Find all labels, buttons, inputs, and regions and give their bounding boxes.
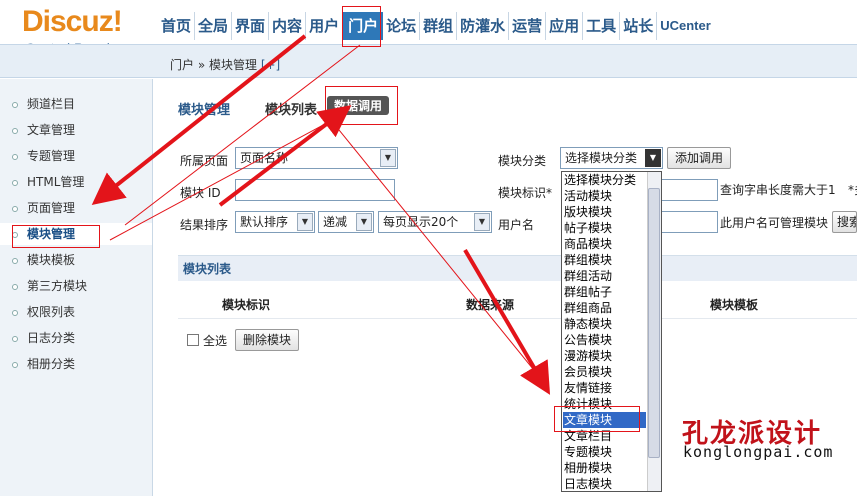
arrow-thin-tab [334,124,547,386]
arrow-to-sidebar-page [91,34,307,205]
arrow-to-tab [218,105,352,207]
arrow-thin-nav [124,44,361,226]
arrow-thin-sidebar [109,116,339,241]
watermark-en: konglongpai.com [683,443,834,461]
arrow-to-dropdown [463,248,551,395]
